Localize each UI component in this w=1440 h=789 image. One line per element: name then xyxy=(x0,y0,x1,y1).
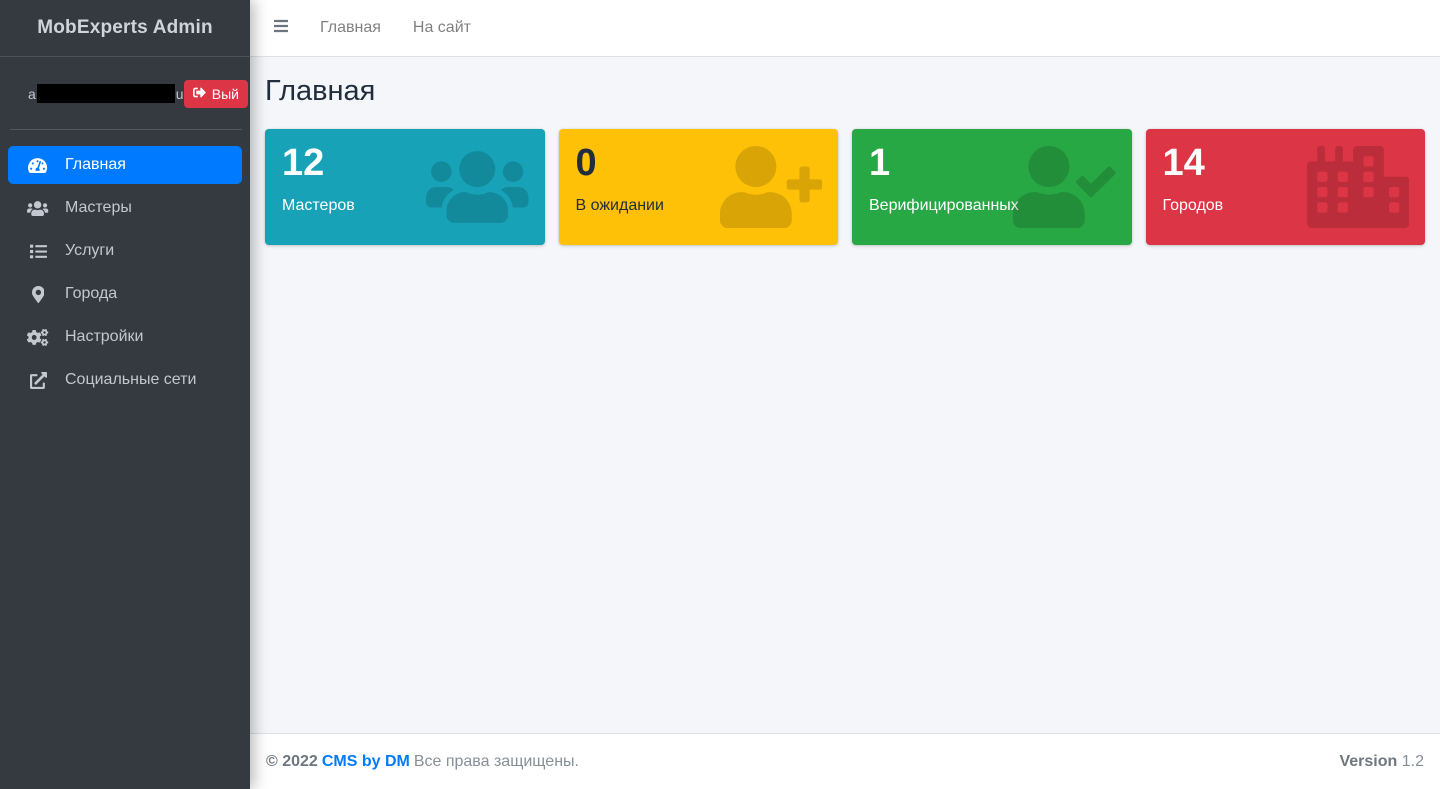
sidebar-item-label: Главная xyxy=(65,156,126,173)
version-label: Version xyxy=(1339,752,1398,770)
content: Главная 12 Мастеров 0 В ожидании 1 Вериф… xyxy=(250,57,1440,733)
sidebar-item-label: Услуги xyxy=(65,242,115,259)
stat-card-cities: 14 Городов xyxy=(1145,129,1425,245)
logout-button[interactable]: Вый xyxy=(183,79,248,108)
email-start: a xyxy=(28,85,36,102)
sidebar-item-label: Города xyxy=(65,285,118,302)
sidebar-toggle-button[interactable] xyxy=(258,10,304,47)
tachometer-icon xyxy=(24,157,52,174)
sidebar-menu: Главная Мастеры Услуги Города Настройки xyxy=(0,130,250,399)
rights-text: Все права защищены. xyxy=(413,752,579,770)
version-value: 1.2 xyxy=(1401,752,1424,770)
user-panel: a uz Вый xyxy=(0,57,250,130)
sidebar-item-mastery[interactable]: Мастеры xyxy=(8,189,242,227)
page-title: Главная xyxy=(265,75,376,107)
sidebar-item-goroda[interactable]: Города xyxy=(8,275,242,313)
main-area: Главная На сайт Главная 12 Мастеров 0 В … xyxy=(250,0,1440,789)
cogs-icon xyxy=(24,328,52,346)
map-marker-icon xyxy=(24,285,52,303)
footer: © 2022 CMS by DM Все права защищены. Versi… xyxy=(250,733,1440,789)
sidebar-item-nastroyki[interactable]: Настройки xyxy=(8,318,242,356)
list-icon xyxy=(24,243,52,260)
sidebar-item-label: Настройки xyxy=(65,328,144,345)
copyright-line: © 2022 CMS by DM Все права защищены. xyxy=(266,753,579,771)
brand-title[interactable]: MobExperts Admin xyxy=(0,0,250,57)
navbar-link-na-sait[interactable]: На сайт xyxy=(397,11,487,45)
user-plus-icon xyxy=(719,146,822,228)
stat-card-pending: 0 В ожидании xyxy=(558,129,838,245)
stat-card-masters: 12 Мастеров xyxy=(265,129,545,245)
user-check-icon xyxy=(1013,146,1116,228)
redacted-email-bar xyxy=(36,84,175,103)
users-icon xyxy=(426,146,529,228)
sidebar-item-label: Социальные сети xyxy=(65,371,197,388)
users-icon xyxy=(24,200,52,217)
bars-icon xyxy=(274,18,288,39)
city-icon xyxy=(1306,146,1409,228)
sidebar-item-socialnye-seti[interactable]: Социальные сети xyxy=(8,361,242,399)
logout-label: Вый xyxy=(211,85,239,102)
top-navbar: Главная На сайт xyxy=(250,0,1440,57)
cms-by-dm-link[interactable]: CMS by DM xyxy=(322,753,410,770)
sidebar-item-label: Мастеры xyxy=(65,199,132,216)
version-info: Version 1.2 xyxy=(1339,753,1424,771)
navbar-link-glavnaya[interactable]: Главная xyxy=(304,11,397,45)
sidebar: MobExperts Admin a uz Вый Главная Мастер… xyxy=(0,0,250,789)
copyright-year: © 2022 xyxy=(266,752,318,770)
external-link-icon xyxy=(24,371,52,389)
user-email: a uz xyxy=(28,84,191,103)
stat-cards-row: 12 Мастеров 0 В ожидании 1 Верифицирован… xyxy=(265,129,1425,245)
sidebar-item-glavnaya[interactable]: Главная xyxy=(8,146,242,184)
sidebar-item-uslugi[interactable]: Услуги xyxy=(8,232,242,270)
sign-out-icon xyxy=(192,86,206,102)
stat-card-verified: 1 Верифицированных xyxy=(852,129,1132,245)
